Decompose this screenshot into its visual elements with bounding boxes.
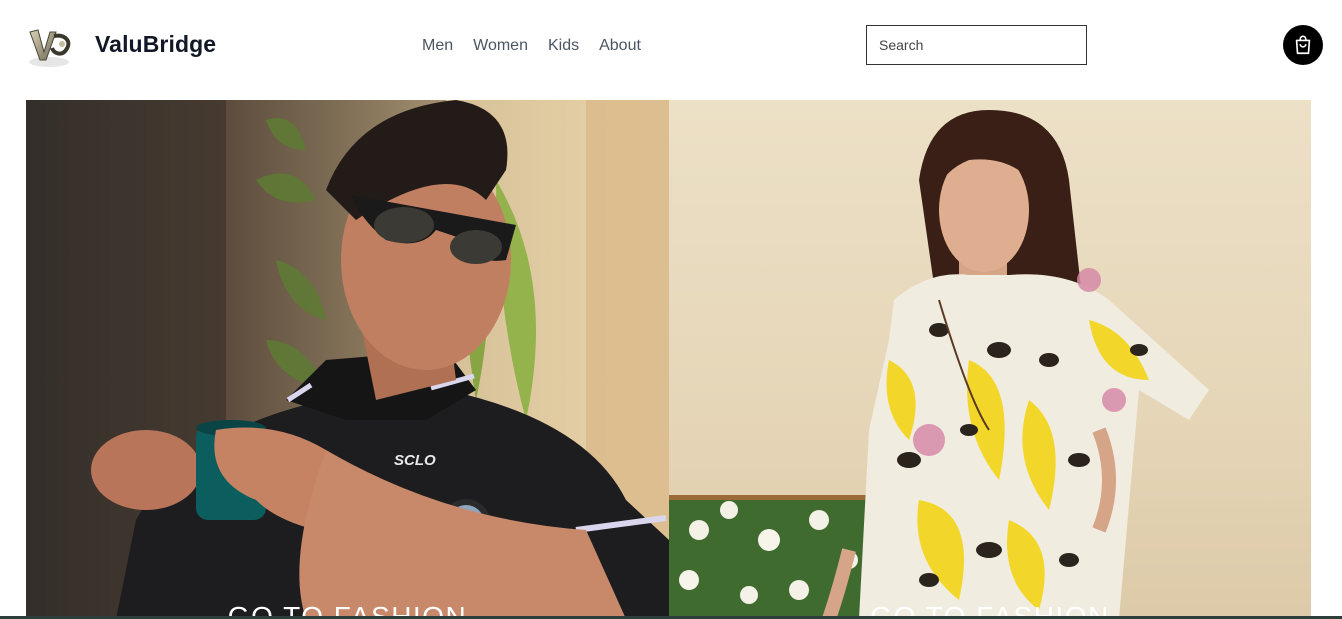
cart-button[interactable]: [1283, 25, 1323, 65]
vb-logo-icon: [29, 29, 71, 67]
svg-text:SCLO: SCLO: [394, 452, 436, 469]
brand-logo[interactable]: [24, 22, 74, 70]
main-nav: Men Women Kids About: [422, 36, 641, 56]
site-header: ValuBridge Men Women Kids About: [0, 0, 1342, 92]
hero-banner: SCLO GO TO FASHION GO TO FASHION: [26, 100, 1311, 619]
nav-item-kids[interactable]: Kids: [548, 36, 579, 56]
nav-item-women[interactable]: Women: [473, 36, 528, 56]
nav-item-men[interactable]: Men: [422, 36, 453, 56]
brand-name[interactable]: ValuBridge: [95, 31, 216, 58]
men-fashion-panel[interactable]: SCLO GO TO FASHION: [26, 100, 669, 619]
shopping-bag-icon: [1295, 35, 1311, 55]
nav-item-about[interactable]: About: [599, 36, 641, 56]
women-fashion-panel[interactable]: GO TO FASHION: [669, 100, 1311, 619]
women-hero-image: [669, 110, 1209, 619]
search-input[interactable]: [866, 25, 1087, 65]
men-hero-image: SCLO: [26, 100, 669, 619]
